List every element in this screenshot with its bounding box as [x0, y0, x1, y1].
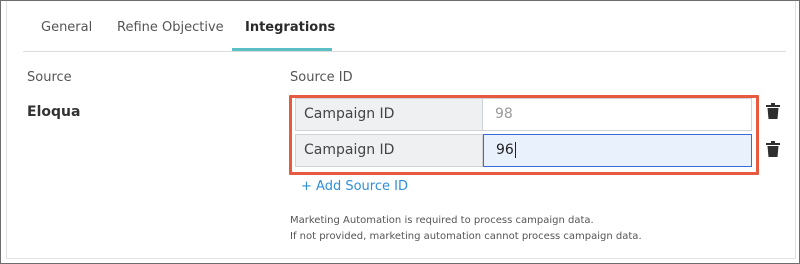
source-id-input-focused[interactable]: 96 — [483, 134, 752, 167]
source-id-column-header: Source ID — [290, 70, 353, 85]
integrations-panel: General Refine Objective Integrations So… — [6, 1, 796, 259]
text-caret — [514, 142, 516, 158]
tab-general[interactable]: General — [41, 20, 92, 35]
active-tab-indicator — [232, 48, 332, 51]
tab-integrations[interactable]: Integrations — [245, 20, 335, 35]
tab-refine-objective[interactable]: Refine Objective — [117, 20, 224, 35]
source-column-header: Source — [27, 70, 72, 85]
source-id-type-label: Campaign ID — [296, 99, 483, 130]
source-id-input[interactable]: 98 — [483, 99, 751, 130]
window-frame: General Refine Objective Integrations So… — [0, 0, 800, 264]
source-id-type-label: Campaign ID — [296, 135, 483, 166]
source-name: Eloqua — [27, 104, 81, 120]
help-text-line-1: Marketing Automation is required to proc… — [290, 215, 594, 226]
source-id-row: Campaign ID 96 — [295, 134, 752, 167]
add-source-id-link[interactable]: + Add Source ID — [301, 179, 408, 194]
help-text-line-2: If not provided, marketing automation ca… — [290, 231, 642, 242]
trash-icon[interactable] — [766, 103, 780, 119]
tab-bar: General Refine Objective Integrations — [23, 1, 786, 52]
source-id-row: Campaign ID 98 — [295, 98, 752, 131]
trash-icon[interactable] — [766, 141, 780, 157]
help-text: Marketing Automation is required to proc… — [290, 213, 642, 245]
source-id-input-value: 96 — [496, 142, 514, 158]
